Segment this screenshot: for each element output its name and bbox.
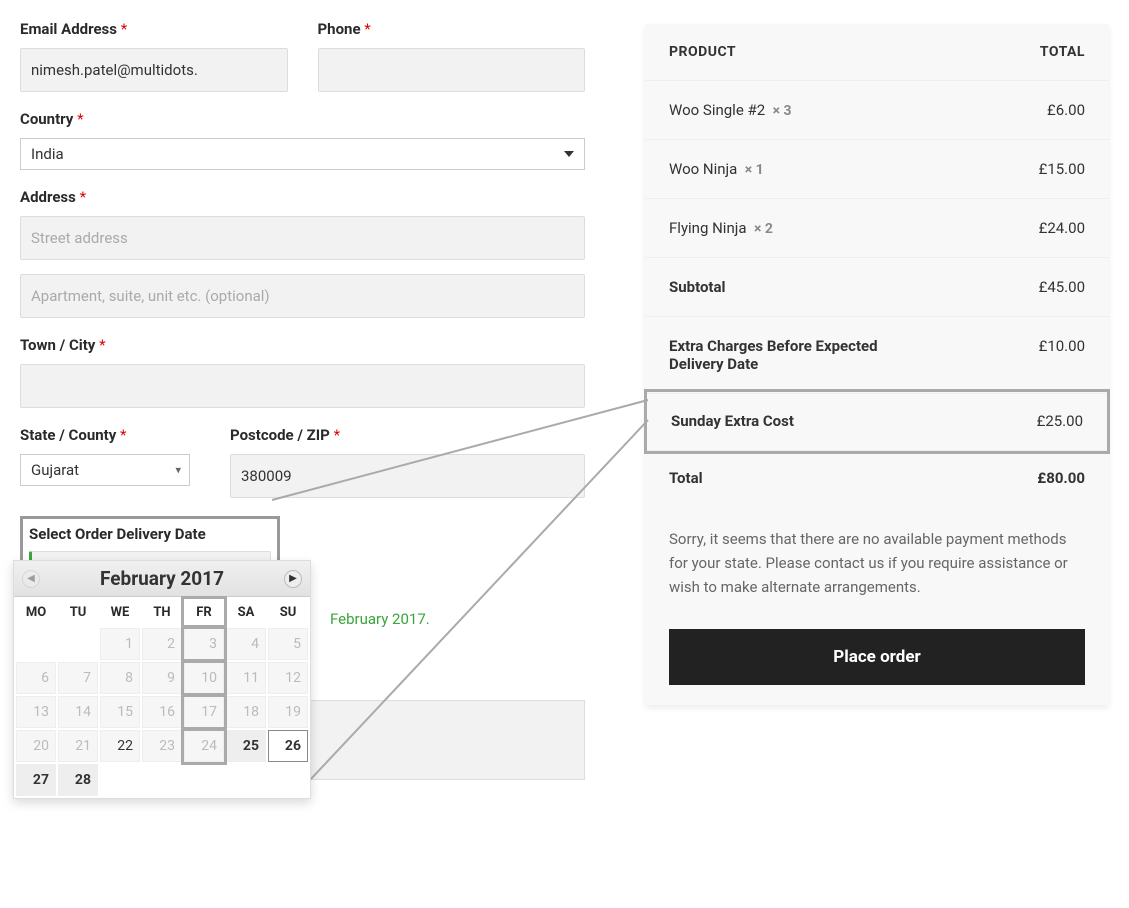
datepicker-day-head: WE xyxy=(100,599,140,626)
state-select[interactable]: Gujarat xyxy=(20,454,190,486)
datepicker-cell-empty xyxy=(184,764,224,796)
datepicker-cell[interactable]: 2 xyxy=(142,628,182,660)
order-head-product: PRODUCT xyxy=(669,44,736,60)
zip-input[interactable] xyxy=(230,454,585,498)
email-input[interactable] xyxy=(20,48,288,92)
datepicker-day-head: MO xyxy=(16,599,56,626)
subtotal-label: Subtotal xyxy=(669,278,726,296)
address-label: Address * xyxy=(20,188,585,206)
extra1-value: £10.00 xyxy=(1039,337,1085,373)
datepicker-cell-empty xyxy=(142,764,182,796)
datepicker-cell[interactable]: 9 xyxy=(142,662,182,694)
order-summary: PRODUCT TOTAL Woo Single #2 × 3£6.00Woo … xyxy=(645,24,1109,705)
datepicker-cell[interactable]: 21 xyxy=(58,730,98,762)
datepicker-cell[interactable]: 1 xyxy=(100,628,140,660)
datepicker-day-head: SA xyxy=(226,599,266,626)
datepicker-cell[interactable]: 24 xyxy=(184,730,224,762)
extra1-label: Extra Charges Before Expected Delivery D… xyxy=(669,337,929,373)
order-item-total: £15.00 xyxy=(1039,160,1085,178)
delivery-hint: February 2017. xyxy=(330,610,585,628)
total-label: Total xyxy=(669,469,703,487)
phone-input[interactable] xyxy=(318,48,586,92)
subtotal-value: £45.00 xyxy=(1039,278,1085,296)
datepicker-day-head: TU xyxy=(58,599,98,626)
zip-label: Postcode / ZIP * xyxy=(230,426,585,444)
datepicker-cell[interactable]: 19 xyxy=(268,696,308,728)
datepicker-cell-empty xyxy=(16,628,56,660)
order-item-row: Flying Ninja × 2 £24.00 xyxy=(645,199,1109,258)
order-item-name: Flying Ninja × 2 xyxy=(669,219,773,237)
datepicker-cell[interactable]: 23 xyxy=(142,730,182,762)
datepicker-cell[interactable]: 20 xyxy=(16,730,56,762)
order-head-total: TOTAL xyxy=(1040,44,1085,60)
datepicker-cell[interactable]: 26 xyxy=(268,730,308,762)
datepicker-cell[interactable]: 13 xyxy=(16,696,56,728)
datepicker-cell[interactable]: 25 xyxy=(226,730,266,762)
datepicker-cell[interactable]: 27 xyxy=(16,764,56,796)
order-item-row: Woo Ninja × 1 £15.00 xyxy=(645,140,1109,199)
total-value: £80.00 xyxy=(1037,469,1085,487)
order-item-row: Woo Single #2 × 3 £6.00 xyxy=(645,81,1109,140)
order-item-name: Woo Ninja × 1 xyxy=(669,160,764,178)
datepicker-cell[interactable]: 5 xyxy=(268,628,308,660)
payment-notice: Sorry, it seems that there are no availa… xyxy=(645,507,1109,619)
datepicker-table: MOTUWETHFRSASU12345678910111213141516171… xyxy=(14,597,310,798)
datepicker-cell-empty xyxy=(58,628,98,660)
town-input[interactable] xyxy=(20,364,585,408)
order-item-name: Woo Single #2 × 3 xyxy=(669,101,792,119)
datepicker-cell[interactable]: 17 xyxy=(184,696,224,728)
datepicker-cell[interactable]: 11 xyxy=(226,662,266,694)
datepicker-cell[interactable]: 22 xyxy=(100,730,140,762)
order-item-total: £24.00 xyxy=(1039,219,1085,237)
datepicker-cell[interactable]: 15 xyxy=(100,696,140,728)
datepicker[interactable]: ◀ February 2017 ▶ MOTUWETHFRSASU12345678… xyxy=(13,560,311,799)
datepicker-cell[interactable]: 18 xyxy=(226,696,266,728)
datepicker-cell[interactable]: 8 xyxy=(100,662,140,694)
datepicker-title: February 2017 xyxy=(40,567,284,590)
datepicker-next-icon[interactable]: ▶ xyxy=(284,570,302,588)
street-input[interactable] xyxy=(20,216,585,260)
datepicker-cell[interactable]: 4 xyxy=(226,628,266,660)
datepicker-cell[interactable]: 6 xyxy=(16,662,56,694)
datepicker-cell-empty xyxy=(100,764,140,796)
datepicker-cell[interactable]: 12 xyxy=(268,662,308,694)
datepicker-cell[interactable]: 28 xyxy=(58,764,98,796)
phone-label: Phone * xyxy=(318,20,586,38)
datepicker-day-head: FR xyxy=(184,599,224,626)
sunday-cost-highlight: Sunday Extra Cost £25.00 xyxy=(647,392,1107,451)
country-select[interactable]: India xyxy=(20,138,585,170)
datepicker-prev-icon[interactable]: ◀ xyxy=(22,570,40,588)
datepicker-cell-empty xyxy=(226,764,266,796)
apt-input[interactable] xyxy=(20,274,585,318)
datepicker-cell-empty xyxy=(268,764,308,796)
delivery-label: Select Order Delivery Date xyxy=(29,525,271,543)
datepicker-cell[interactable]: 16 xyxy=(142,696,182,728)
datepicker-cell[interactable]: 10 xyxy=(184,662,224,694)
order-item-total: £6.00 xyxy=(1047,101,1085,119)
place-order-button[interactable]: Place order xyxy=(669,629,1085,685)
datepicker-day-head: TH xyxy=(142,599,182,626)
datepicker-day-head: SU xyxy=(268,599,308,626)
datepicker-cell[interactable]: 14 xyxy=(58,696,98,728)
datepicker-cell[interactable]: 3 xyxy=(184,628,224,660)
town-label: Town / City * xyxy=(20,336,585,354)
country-label: Country * xyxy=(20,110,585,128)
state-label: State / County * xyxy=(20,426,200,444)
extra2-value: £25.00 xyxy=(1037,412,1083,430)
datepicker-cell[interactable]: 7 xyxy=(58,662,98,694)
email-label: Email Address * xyxy=(20,20,288,38)
extra2-label: Sunday Extra Cost xyxy=(671,412,794,430)
